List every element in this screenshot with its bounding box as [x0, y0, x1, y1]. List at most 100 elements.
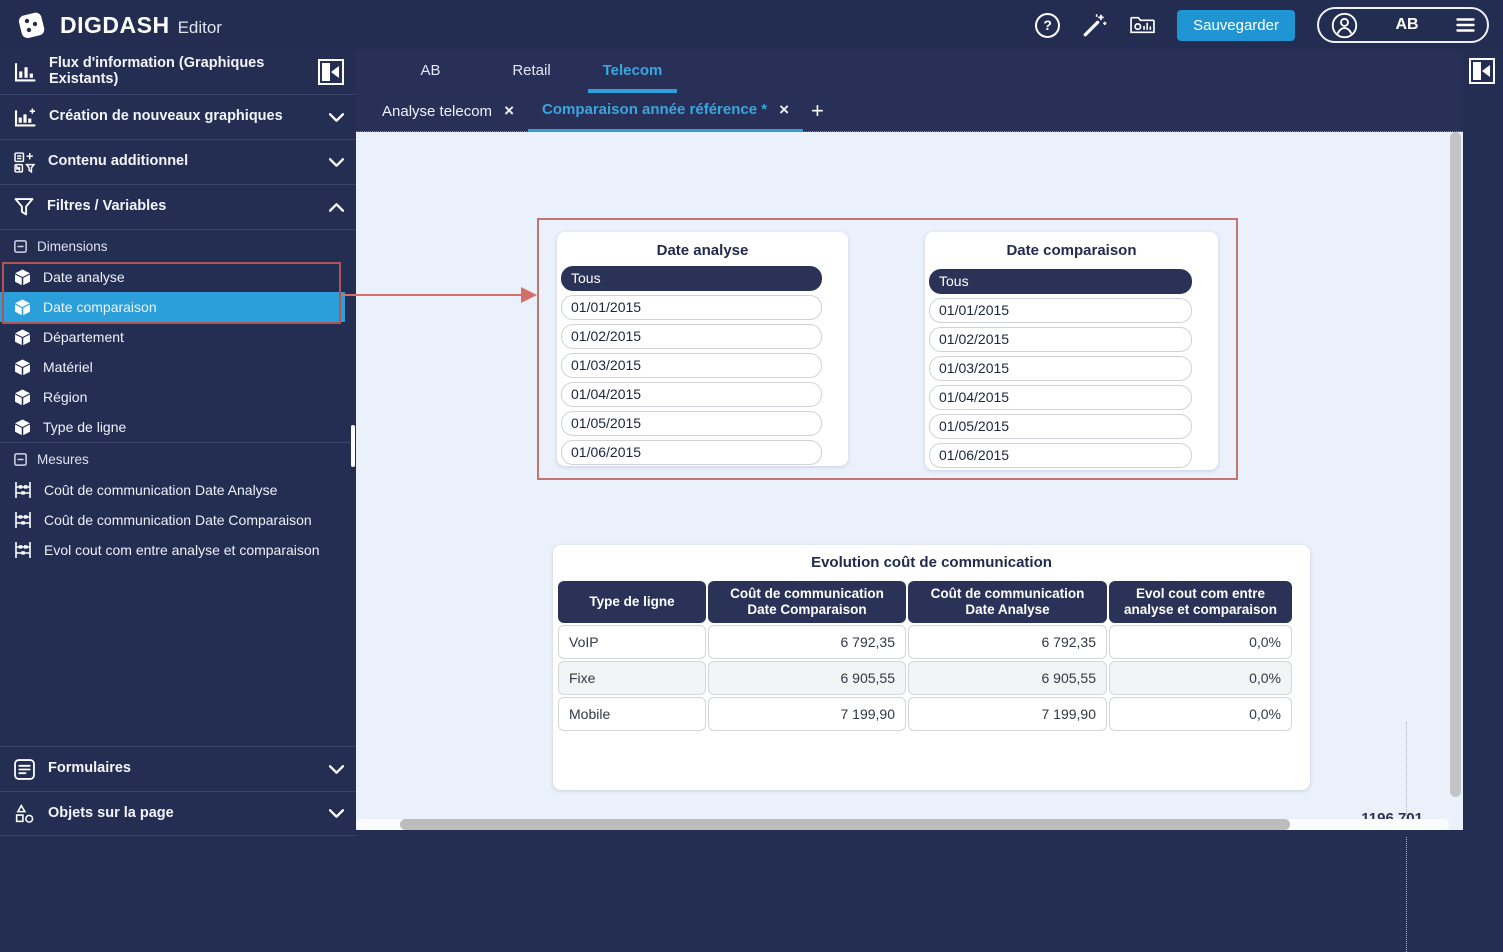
cube-icon [14, 269, 31, 286]
filter-option[interactable]: 01/03/2015 [561, 353, 822, 378]
top-bar: DIGDASHEditor ? Sauvegarder [0, 0, 1503, 50]
sidebar-scrollbar-thumb[interactable] [351, 425, 355, 467]
subtab-analyse-telecom[interactable]: Analyse telecom × [368, 90, 528, 132]
table-cell: 6 792,35 [908, 625, 1107, 659]
chevron-down-icon [329, 113, 344, 122]
mesures-header-label: Mesures [37, 452, 89, 467]
dimension-label: Date analyse [43, 269, 125, 285]
add-tab-button[interactable]: + [811, 98, 824, 124]
sidebar-item-contenu-additionnel[interactable]: Contenu additionnel [0, 140, 356, 185]
table-cell: 7 199,90 [908, 697, 1107, 731]
tab-ab[interactable]: AB [380, 50, 481, 90]
tab-telecom[interactable]: Telecom [582, 50, 683, 90]
cube-icon [14, 419, 31, 436]
horizontal-scrollbar-thumb[interactable] [400, 819, 1290, 830]
filter-option[interactable]: 01/02/2015 [561, 324, 822, 349]
table-title: Evolution coût de communication [553, 545, 1310, 581]
dimension-date-analyse[interactable]: Date analyse [0, 262, 356, 292]
minus-square-icon [14, 453, 27, 466]
right-panel-rail [1463, 50, 1503, 836]
filter-option[interactable]: 01/04/2015 [929, 385, 1192, 410]
mesure-cout-date-comparaison[interactable]: Coût de communication Date Comparaison [0, 505, 356, 535]
close-icon[interactable]: × [779, 100, 789, 120]
chevron-down-icon [329, 765, 344, 774]
help-button[interactable]: ? [1035, 13, 1060, 38]
filter-option[interactable]: 01/05/2015 [561, 411, 822, 436]
filter-option[interactable]: 01/06/2015 [561, 440, 822, 465]
bar-chart-plus-icon [14, 108, 36, 127]
dimension-label: Matériel [43, 359, 93, 375]
filter-option[interactable]: 01/01/2015 [929, 298, 1192, 323]
table-card-evolution-cout: Evolution coût de communication Type de … [553, 545, 1310, 790]
user-avatar-icon [1331, 12, 1358, 39]
filter-option[interactable]: 01/03/2015 [929, 356, 1192, 381]
chevron-up-icon [329, 203, 344, 212]
sidebar-collapse-button[interactable] [318, 59, 344, 85]
sidebar-item-formulaires[interactable]: Formulaires [0, 746, 356, 791]
filter-option[interactable]: 01/02/2015 [929, 327, 1192, 352]
filter-card-date-comparaison: Date comparaison Tous 01/01/2015 01/02/2… [925, 232, 1218, 470]
subtab-comparaison-annee-reference[interactable]: Comparaison année référence * × [528, 90, 803, 132]
dimensions-section-header[interactable]: Dimensions [0, 230, 356, 262]
filter-option-selected[interactable]: Tous [561, 266, 822, 291]
dashboard-canvas: Date analyse Tous 01/01/2015 01/02/2015 … [356, 132, 1463, 836]
sidebar-item-filtres-variables[interactable]: Filtres / Variables [0, 185, 356, 230]
filter-option-list: Tous 01/01/2015 01/02/2015 01/03/2015 01… [925, 266, 1218, 468]
filter-option[interactable]: 01/06/2015 [929, 443, 1192, 468]
tab-retail[interactable]: Retail [481, 50, 582, 90]
sidebar-item-flux-information[interactable]: Flux d'information (Graphiques Existants… [0, 50, 356, 95]
column-header: Coût de communication Date Analyse [908, 581, 1107, 623]
right-panel-collapse-button[interactable] [1469, 58, 1495, 84]
dimension-date-comparaison[interactable]: Date comparaison [0, 292, 345, 322]
column-header: Coût de communication Date Comparaison [708, 581, 906, 623]
filter-option[interactable]: 01/04/2015 [561, 382, 822, 407]
cube-icon [14, 329, 31, 346]
filter-title: Date comparaison [925, 232, 1218, 266]
funnel-icon [14, 198, 34, 216]
table-cell: 7 199,90 [708, 697, 906, 731]
dimension-label: Région [43, 389, 87, 405]
filter-title: Date analyse [557, 232, 848, 266]
close-icon[interactable]: × [504, 101, 514, 121]
filter-option-selected[interactable]: Tous [929, 269, 1192, 294]
mesures-section-header[interactable]: Mesures [0, 443, 356, 475]
filter-option[interactable]: 01/01/2015 [561, 295, 822, 320]
wizard-button[interactable] [1082, 12, 1108, 38]
page-boundary-guide [1406, 722, 1407, 952]
user-menu[interactable]: AB [1317, 7, 1489, 43]
table-cell: VoIP [558, 625, 706, 659]
chevron-down-icon [329, 158, 344, 167]
sidebar-item-objets-page[interactable]: Objets sur la page [0, 791, 356, 836]
data-table: Type de ligne Coût de communication Date… [558, 581, 1310, 731]
filter-option[interactable]: 01/05/2015 [929, 414, 1192, 439]
horizontal-scrollbar[interactable] [356, 819, 1449, 830]
sidebar-item-creation-graphiques[interactable]: Création de nouveaux graphiques [0, 95, 356, 140]
data-source-button[interactable] [1130, 15, 1155, 35]
table-cell: 6 905,55 [708, 661, 906, 695]
dimension-materiel[interactable]: Matériel [0, 352, 356, 382]
table-cell: 0,0% [1109, 661, 1292, 695]
mesure-cout-date-analyse[interactable]: Coût de communication Date Analyse [0, 475, 356, 505]
dimension-type-de-ligne[interactable]: Type de ligne [0, 412, 356, 442]
measure-abacus-icon [14, 482, 32, 498]
column-header: Evol cout com entre analyse et comparais… [1109, 581, 1292, 623]
subtab-label: Analyse telecom [382, 103, 492, 120]
dimension-departement[interactable]: Département [0, 322, 356, 352]
brand-name: DIGDASH [60, 12, 170, 38]
vertical-scrollbar-thumb[interactable] [1450, 132, 1461, 797]
dimension-label: Type de ligne [43, 419, 126, 435]
tab-label: Telecom [603, 62, 663, 79]
additional-content-icon [14, 152, 35, 173]
dimension-region[interactable]: Région [0, 382, 356, 412]
vertical-scrollbar[interactable] [1450, 132, 1461, 818]
mesure-label: Coût de communication Date Comparaison [44, 512, 312, 528]
hamburger-menu-icon[interactable] [1456, 17, 1475, 33]
collapse-left-icon [1482, 65, 1490, 77]
mesure-evol-cout[interactable]: Evol cout com entre analyse et comparais… [0, 535, 356, 565]
bottom-edge-strip [356, 830, 1463, 836]
chevron-down-icon [329, 809, 344, 818]
sidebar-item-label: Flux d'information (Graphiques Existants… [49, 56, 305, 88]
save-button[interactable]: Sauvegarder [1177, 10, 1295, 41]
table-cell: 6 792,35 [708, 625, 906, 659]
filter-option-list: Tous 01/01/2015 01/02/2015 01/03/2015 01… [557, 266, 848, 465]
